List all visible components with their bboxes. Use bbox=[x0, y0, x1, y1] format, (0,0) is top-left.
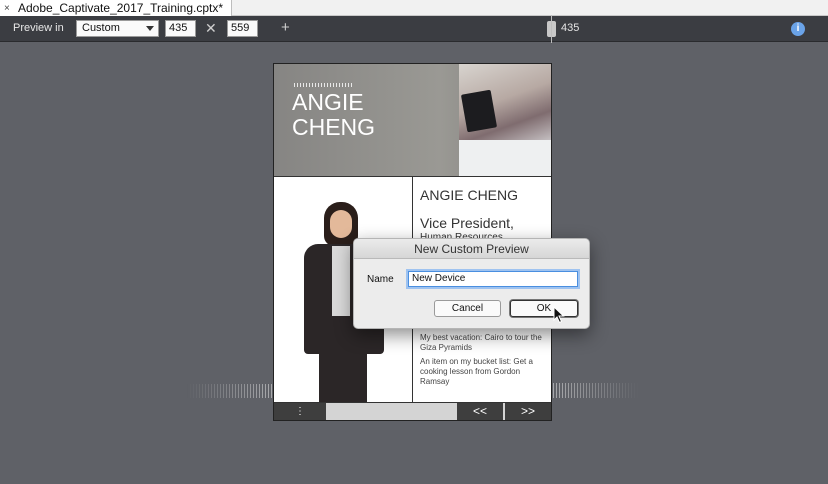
shirt-shape bbox=[332, 246, 350, 316]
waveform-decoration-right bbox=[553, 383, 639, 398]
hero-office-photo bbox=[459, 64, 551, 176]
add-preset-icon[interactable]: + bbox=[281, 19, 290, 36]
document-tab-bar: × Adobe_Captivate_2017_Training.cptx* bbox=[0, 0, 828, 16]
ok-button[interactable]: OK bbox=[510, 300, 578, 317]
preview-height-input[interactable]: 559 bbox=[227, 20, 258, 37]
tablet-image bbox=[460, 89, 498, 133]
table-image bbox=[459, 140, 551, 176]
hero-banner: ANGIE CHENG bbox=[274, 64, 551, 176]
cancel-button[interactable]: Cancel bbox=[434, 300, 501, 317]
name-field[interactable]: New Device bbox=[408, 271, 578, 287]
document-tab-title: Adobe_Captivate_2017_Training.cptx* bbox=[18, 1, 224, 15]
device-preset-dropdown[interactable]: Custom bbox=[76, 20, 159, 37]
profile-fact-vacation: My best vacation: Cairo to tour the Giza… bbox=[420, 333, 542, 352]
name-field-label: Name bbox=[367, 274, 394, 285]
document-tab[interactable]: × Adobe_Captivate_2017_Training.cptx* bbox=[0, 0, 232, 16]
mouse-cursor-icon bbox=[553, 306, 565, 324]
breakpoint-slider-value: 435 bbox=[561, 22, 580, 34]
breakpoint-slider-handle[interactable] bbox=[547, 15, 556, 43]
hero-decoration bbox=[294, 83, 352, 87]
menu-button[interactable]: ⋮ bbox=[274, 403, 326, 420]
profile-fact-bucket-list: An item on my bucket list: Get a cooking… bbox=[420, 357, 533, 386]
close-tab-icon[interactable]: × bbox=[4, 3, 16, 14]
hero-name-heading: ANGIE CHENG bbox=[292, 89, 376, 140]
preview-width-input[interactable]: 435 bbox=[165, 20, 196, 37]
waveform-decoration-left bbox=[187, 384, 273, 398]
info-icon[interactable]: i bbox=[791, 22, 805, 36]
device-preset-value: Custom bbox=[82, 22, 120, 34]
times-icon: ✕ bbox=[205, 20, 217, 36]
chevron-down-icon bbox=[146, 26, 154, 31]
profile-title: Vice President, bbox=[420, 215, 514, 231]
dialog-title: New Custom Preview bbox=[354, 239, 589, 259]
face-shape bbox=[330, 210, 352, 238]
preview-in-label: Preview in bbox=[13, 22, 64, 34]
pants-shape bbox=[319, 350, 367, 402]
profile-name: ANGIE CHENG bbox=[420, 187, 519, 203]
next-button[interactable]: >> bbox=[505, 403, 551, 420]
preview-toolbar: Preview in Custom 435 ✕ 559 + 435 i bbox=[0, 15, 828, 43]
playback-bar: ⋮ << >> bbox=[274, 402, 551, 420]
previous-button[interactable]: << bbox=[457, 403, 503, 420]
